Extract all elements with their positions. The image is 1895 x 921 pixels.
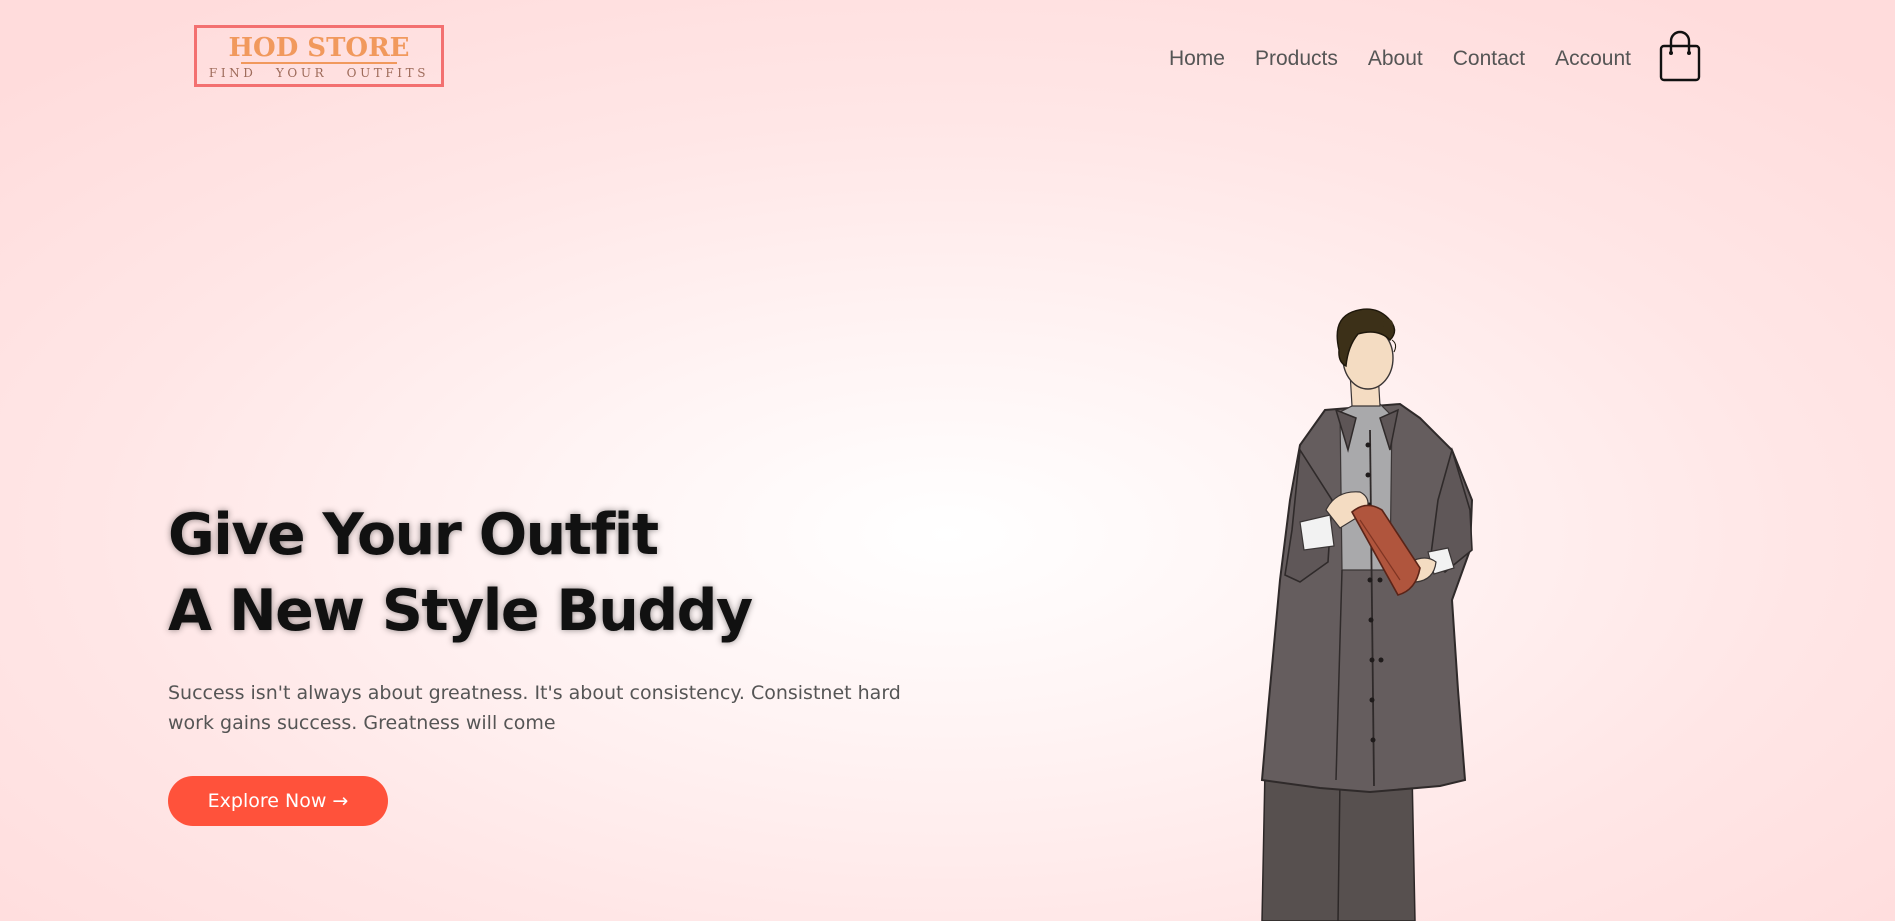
nav-account-link[interactable]: Account: [1555, 47, 1631, 71]
nav-home-link[interactable]: Home: [1169, 47, 1225, 71]
nav-contact-link[interactable]: Contact: [1453, 47, 1525, 71]
cart-button[interactable]: [1658, 29, 1702, 83]
brand-logo[interactable]: HOD STORE FIND YOUR OUTFITS: [194, 25, 444, 87]
nav-products-link[interactable]: Products: [1255, 47, 1338, 71]
hero-title-line-1: Give Your Outfit: [168, 502, 659, 568]
hero-title: Give Your Outfit A New Style Buddy: [168, 497, 753, 649]
explore-now-button[interactable]: Explore Now →: [168, 776, 388, 826]
hero-title-line-2: A New Style Buddy: [168, 578, 753, 644]
shopping-bag-icon: [1659, 30, 1701, 82]
hero-description: Success isn't always about greatness. It…: [168, 682, 901, 734]
brand-tagline: FIND YOUR OUTFITS: [208, 66, 430, 80]
nav-about-link[interactable]: About: [1368, 47, 1423, 71]
brand-name: HOD STORE: [228, 33, 410, 63]
main-nav: Home Products About Contact Account: [1169, 47, 1631, 71]
hero-illustration: [1260, 308, 1474, 921]
